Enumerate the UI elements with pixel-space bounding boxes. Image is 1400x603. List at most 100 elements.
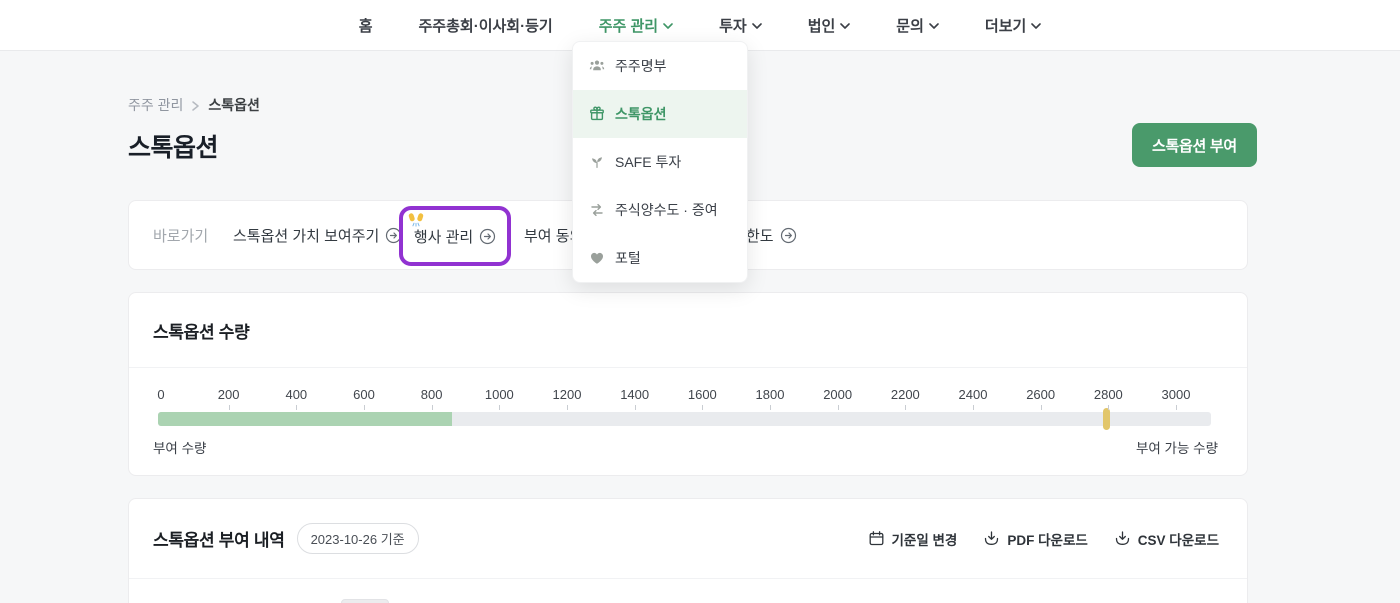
nav-item-label: 주주 관리: [599, 15, 658, 36]
axis-tick-label: 1400: [620, 387, 649, 402]
axis-tick-label: 3000: [1162, 387, 1191, 402]
action-label: 기준일 변경: [892, 529, 958, 549]
dropdown-item-label: 포털: [615, 248, 641, 268]
nav-item-label: 주주총회·이사회·등기: [419, 15, 553, 36]
divider: [129, 367, 1247, 368]
action-label: PDF 다운로드: [1007, 529, 1087, 549]
axis-tick-label: 2000: [823, 387, 852, 402]
grant-history-title: 스톡옵션 부여 내역: [153, 526, 285, 551]
history-actions: 기준일 변경 PDF 다운로드 CSV 다운로드: [868, 529, 1220, 549]
nav-item-inquiry[interactable]: 문의: [896, 15, 939, 36]
axis-tick-label: 1600: [688, 387, 717, 402]
granted-quantity-bar: [158, 412, 452, 426]
change-reference-date-button[interactable]: 기준일 변경: [868, 529, 958, 549]
axis-tick-label: 2200: [891, 387, 920, 402]
axis-tick-label: 600: [353, 387, 375, 402]
axis-tick-label: 1000: [485, 387, 514, 402]
dropdown-item-label: 스톡옵션: [615, 104, 667, 124]
download-icon: [1114, 530, 1131, 547]
calendar-icon: [868, 530, 885, 547]
axis-tick-mark: [1108, 405, 1109, 410]
axis-tick-mark: [364, 405, 365, 410]
chevron-down-icon: [929, 23, 939, 29]
axis-tick-mark: [567, 405, 568, 410]
sprout-icon: [589, 154, 605, 170]
axis-tick-label: 2800: [1094, 387, 1123, 402]
axis-tick-label: 400: [285, 387, 307, 402]
action-label: CSV 다운로드: [1138, 529, 1219, 549]
axis-tick-label: 2400: [959, 387, 988, 402]
nav-item-label: 문의: [896, 15, 924, 36]
quantity-card-title: 스톡옵션 수량: [153, 293, 249, 367]
chevron-down-icon: [1031, 23, 1041, 29]
breadcrumb-current: 스톡옵션: [208, 95, 260, 115]
divider: [129, 578, 1247, 579]
nav-item-label: 법인: [808, 15, 836, 36]
nav-item-label: 투자: [719, 15, 747, 36]
axis-tick-mark: [499, 405, 500, 410]
axis-tick-label: 200: [218, 387, 240, 402]
heart-icon: [589, 250, 605, 266]
shareholder-mgmt-dropdown: 주주명부 스톡옵션 SAFE 투자: [572, 41, 748, 283]
dropdown-item-label: 주주명부: [615, 56, 667, 76]
dropdown-item-stock-option[interactable]: 스톡옵션: [573, 90, 747, 138]
granted-quantity-label: 부여 수량: [153, 437, 206, 457]
axis-tick-mark: [973, 405, 974, 410]
chevron-down-icon: [840, 23, 850, 29]
dropdown-item-share-transfer[interactable]: 주식양수도 · 증여: [573, 186, 747, 234]
arrow-circle-right-icon: [780, 227, 797, 244]
nav-item-corporation[interactable]: 법인: [808, 15, 851, 36]
raising-hands-emoji: [407, 211, 425, 229]
breadcrumb-parent[interactable]: 주주 관리: [128, 95, 183, 115]
grant-history-card: 스톡옵션 부여 내역 2023-10-26 기준 기준일 변경: [128, 498, 1248, 603]
download-icon: [983, 530, 1000, 547]
axis-tick-label: 0: [157, 387, 164, 402]
nav-item-more[interactable]: 더보기: [985, 15, 1041, 36]
nav-item-meetings[interactable]: 주주총회·이사회·등기: [419, 15, 553, 36]
dropdown-item-portal[interactable]: 포털: [573, 234, 747, 282]
nav-item-shareholder-mgmt[interactable]: 주주 관리: [599, 15, 673, 36]
reference-date-badge: 2023-10-26 기준: [297, 523, 419, 554]
axis-tick-mark: [432, 405, 433, 410]
nav-item-label: 더보기: [985, 15, 1026, 36]
option-quantity-card: 스톡옵션 수량 0 200 400 600 800 1000 1200 1400 1600 180…: [128, 292, 1248, 476]
shortcut-label: 스톡옵션 가치 보여주기: [233, 225, 379, 246]
axis-tick-mark: [229, 405, 230, 410]
axis-tick-mark: [296, 405, 297, 410]
shortcut-exercise-management-highlighted[interactable]: 행사 관리: [399, 206, 511, 266]
axis-tick-mark: [635, 405, 636, 410]
axis-tick-mark: [702, 405, 703, 410]
axis-tick-label: 800: [421, 387, 443, 402]
quantity-bar-track: [158, 412, 1211, 426]
dropdown-item-label: SAFE 투자: [615, 152, 681, 172]
shortcut-limit-partial[interactable]: 한도: [746, 201, 797, 269]
nav-item-home[interactable]: 홈: [359, 15, 373, 36]
shortcut-label: 한도: [746, 225, 774, 246]
nav-item-investment[interactable]: 투자: [719, 15, 762, 36]
quantity-axis: 0 200 400 600 800 1000 1200 1400 1600 1800 2000 220…: [158, 379, 1211, 445]
gift-icon: [589, 106, 605, 122]
axis-tick-label: 1200: [553, 387, 582, 402]
people-icon: [589, 58, 605, 74]
dropdown-item-shareholder-register[interactable]: 주주명부: [573, 42, 747, 90]
nav-item-label: 홈: [359, 15, 373, 36]
csv-download-button[interactable]: CSV 다운로드: [1114, 529, 1219, 549]
axis-tick-mark: [1041, 405, 1042, 410]
pdf-download-button[interactable]: PDF 다운로드: [983, 529, 1087, 549]
breadcrumb: 주주 관리 스톡옵션: [128, 95, 260, 115]
page-title: 스톡옵션: [128, 128, 218, 164]
axis-tick-mark: [1176, 405, 1177, 410]
grantable-limit-marker: [1103, 408, 1110, 430]
axis-tick-label: 2600: [1026, 387, 1055, 402]
grant-history-header: 스톡옵션 부여 내역 2023-10-26 기준 기준일 변경: [129, 499, 1247, 578]
shortcut-option-value-viewer[interactable]: 스톡옵션 가치 보여주기: [233, 201, 402, 269]
axis-tick-mark: [905, 405, 906, 410]
transfer-icon: [589, 202, 605, 218]
dropdown-item-label: 주식양수도 · 증여: [615, 200, 718, 220]
available-quantity-label: 부여 가능 수량: [1136, 437, 1218, 457]
grant-stock-option-button[interactable]: 스톡옵션 부여: [1132, 123, 1257, 167]
breadcrumb-chevron-icon: [192, 101, 199, 111]
dropdown-item-safe-investment[interactable]: SAFE 투자: [573, 138, 747, 186]
axis-tick-label: 1800: [756, 387, 785, 402]
chevron-down-icon: [663, 23, 673, 29]
